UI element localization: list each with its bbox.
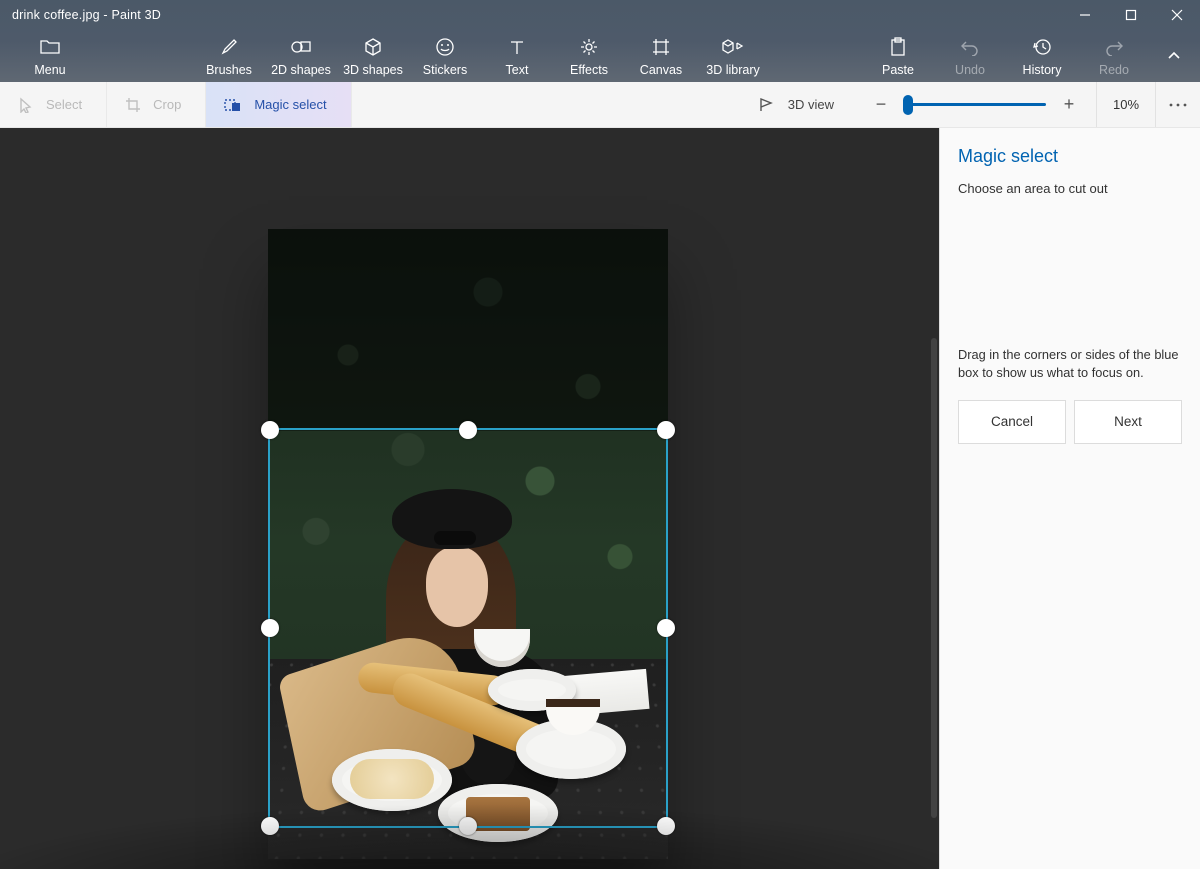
select-label: Select: [46, 97, 82, 112]
window-title: drink coffee.jpg - Paint 3D: [12, 8, 161, 22]
selection-handle-tr[interactable]: [657, 421, 675, 439]
menu-label: Menu: [34, 63, 65, 77]
zoom-out-button[interactable]: −: [868, 92, 894, 118]
selection-handle-ml[interactable]: [261, 619, 279, 637]
flag-icon: [758, 97, 776, 113]
text-icon: [508, 36, 526, 58]
brush-icon: [219, 36, 239, 58]
cursor-icon: [18, 97, 34, 113]
ribbon-undo[interactable]: Undo: [934, 30, 1006, 82]
selection-handle-br[interactable]: [657, 817, 675, 835]
view-3d-toggle[interactable]: 3D view: [738, 82, 854, 127]
zoom-thumb[interactable]: [903, 95, 913, 115]
select-tool[interactable]: Select: [0, 82, 107, 127]
selection-handle-bm[interactable]: [459, 817, 477, 835]
ribbon-label: Stickers: [423, 63, 467, 77]
ribbon-3d-library[interactable]: 3D library: [697, 30, 769, 82]
shapes-2d-icon: [290, 36, 312, 58]
ribbon-label: Effects: [570, 63, 608, 77]
crop-icon: [125, 97, 141, 113]
zoom-percent[interactable]: 10%: [1096, 82, 1156, 127]
effects-icon: [579, 36, 599, 58]
selection-handle-mr[interactable]: [657, 619, 675, 637]
collapse-ribbon-button[interactable]: [1156, 34, 1192, 78]
ribbon-paste[interactable]: Paste: [862, 30, 934, 82]
ribbon-label: Undo: [955, 63, 985, 77]
crop-tool[interactable]: Crop: [107, 82, 206, 127]
panel-help-text: Drag in the corners or sides of the blue…: [958, 346, 1182, 382]
undo-icon: [960, 36, 980, 58]
ribbon-2d-shapes[interactable]: 2D shapes: [265, 30, 337, 82]
maximize-button[interactable]: [1108, 0, 1154, 30]
chevron-up-icon: [1166, 48, 1182, 64]
crop-label: Crop: [153, 97, 181, 112]
magic-select-icon: [224, 97, 242, 113]
ribbon-label: 3D library: [706, 63, 760, 77]
ribbon-label: 3D shapes: [343, 63, 403, 77]
zoom-controls: − +: [854, 82, 1096, 127]
cancel-button[interactable]: Cancel: [958, 400, 1066, 444]
next-button[interactable]: Next: [1074, 400, 1182, 444]
zoom-in-button[interactable]: +: [1056, 92, 1082, 118]
selection-box[interactable]: [268, 428, 668, 828]
redo-icon: [1104, 36, 1124, 58]
vertical-scrollbar[interactable]: [931, 338, 937, 818]
magic-select-label: Magic select: [254, 97, 326, 112]
panel-subtitle: Choose an area to cut out: [958, 181, 1182, 196]
ribbon-label: 2D shapes: [271, 63, 331, 77]
selection-handle-bl[interactable]: [261, 817, 279, 835]
window-controls: [1062, 0, 1200, 30]
ribbon-label: Paste: [882, 63, 914, 77]
zoom-slider[interactable]: [904, 95, 1046, 115]
ribbon-label: Text: [506, 63, 529, 77]
titlebar: drink coffee.jpg - Paint 3D Menu: [0, 0, 1200, 82]
minimize-button[interactable]: [1062, 0, 1108, 30]
sticker-icon: [435, 36, 455, 58]
paste-icon: [889, 36, 907, 58]
ellipsis-icon: [1169, 103, 1187, 107]
menu-button[interactable]: Menu: [0, 30, 100, 82]
view-3d-label: 3D view: [788, 97, 834, 112]
close-button[interactable]: [1154, 0, 1200, 30]
side-panel: Magic select Choose an area to cut out D…: [939, 128, 1200, 869]
ribbon-text[interactable]: Text: [481, 30, 553, 82]
more-button[interactable]: [1156, 82, 1200, 127]
subtoolbar: Select Crop Magic select 3D view − + 10%: [0, 82, 1200, 128]
ribbon-label: Brushes: [206, 63, 252, 77]
selection-handle-tl[interactable]: [261, 421, 279, 439]
ribbon-label: Redo: [1099, 63, 1129, 77]
cube-icon: [363, 36, 383, 58]
ribbon-label: Canvas: [640, 63, 682, 77]
ribbon-3d-shapes[interactable]: 3D shapes: [337, 30, 409, 82]
canvas-area[interactable]: [0, 128, 939, 869]
folder-icon: [39, 36, 61, 58]
canvas-icon: [651, 36, 671, 58]
library-icon: [722, 36, 744, 58]
ribbon-stickers[interactable]: Stickers: [409, 30, 481, 82]
ribbon-brushes[interactable]: Brushes: [193, 30, 265, 82]
ribbon-history[interactable]: History: [1006, 30, 1078, 82]
panel-title: Magic select: [958, 146, 1182, 167]
ribbon-redo[interactable]: Redo: [1078, 30, 1150, 82]
ribbon-effects[interactable]: Effects: [553, 30, 625, 82]
history-icon: [1032, 36, 1052, 58]
magic-select-tool[interactable]: Magic select: [206, 82, 351, 127]
ribbon-label: History: [1023, 63, 1062, 77]
workspace: Magic select Choose an area to cut out D…: [0, 128, 1200, 869]
selection-handle-tm[interactable]: [459, 421, 477, 439]
ribbon-canvas[interactable]: Canvas: [625, 30, 697, 82]
